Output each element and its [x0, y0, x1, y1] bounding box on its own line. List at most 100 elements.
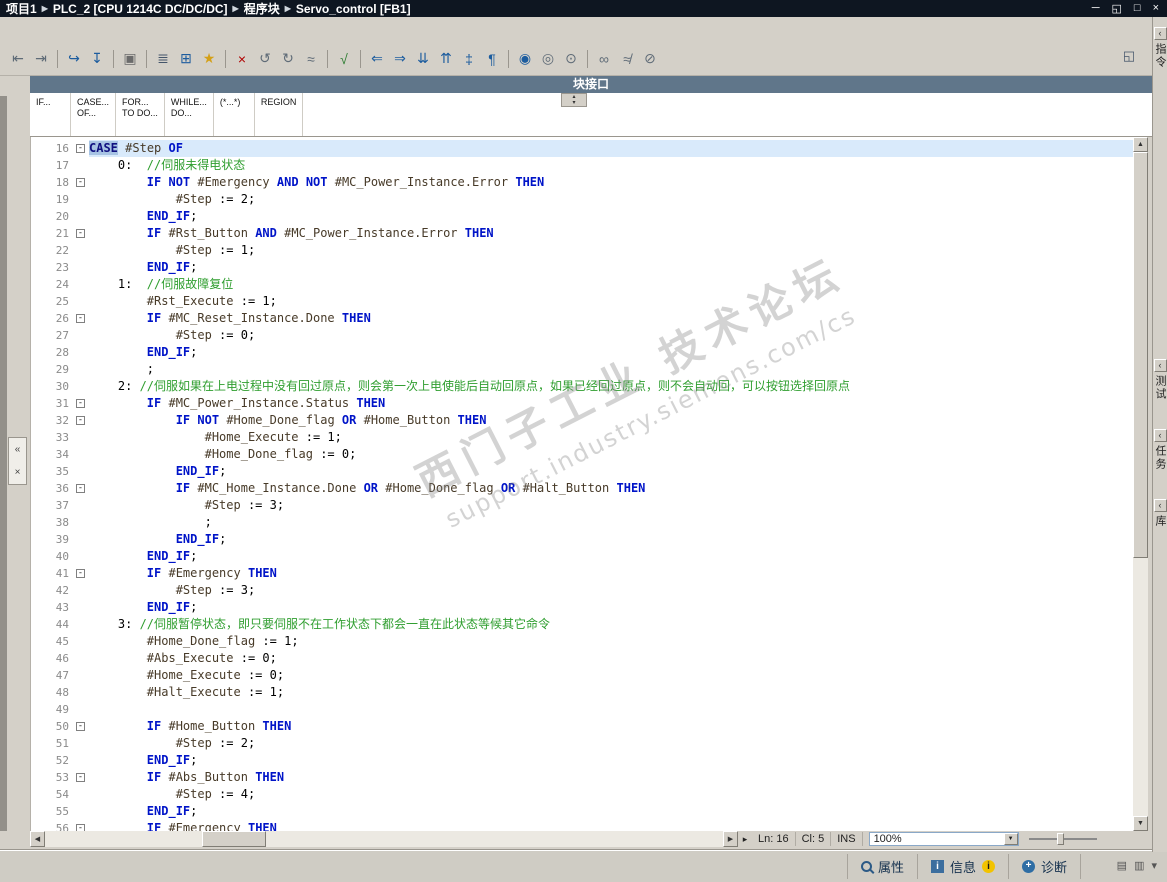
panel-tab-tasks[interactable]: 任务 [1152, 445, 1167, 471]
fold-toggle-icon[interactable]: - [76, 144, 85, 153]
code-line[interactable]: 19 #Step := 2; [31, 191, 1133, 208]
fold-toggle-icon[interactable]: - [76, 722, 85, 731]
code-line[interactable]: 54 #Step := 4; [31, 786, 1133, 803]
fold-toggle-icon[interactable]: - [76, 773, 85, 782]
left-dock-tab[interactable]: « × [8, 437, 27, 485]
horizontal-scroll-thumb[interactable] [202, 831, 266, 847]
code-line[interactable]: 38 ; [31, 514, 1133, 531]
code-editor[interactable]: 16- CASE #Step OF 17 0: //伺服未得电状态 18- IF NO… [30, 137, 1133, 831]
rewire-icon[interactable]: ≈ [301, 49, 321, 69]
vertical-scroll-thumb[interactable] [1133, 152, 1148, 558]
code-line[interactable]: 27 #Step := 0; [31, 327, 1133, 344]
code-line[interactable]: 23 END_IF; [31, 259, 1133, 276]
absolute-operands-icon[interactable]: ‡ [459, 49, 479, 69]
status-expand-icon[interactable]: ▸ [738, 834, 752, 845]
unlink-icon[interactable]: ≉ [617, 49, 637, 69]
zoom-slider[interactable] [1027, 831, 1099, 847]
tab-diagnostics[interactable]: + 诊断 [1007, 854, 1081, 879]
close-left-icon[interactable]: × [15, 467, 21, 478]
code-line[interactable]: 43 END_IF; [31, 599, 1133, 616]
vertical-scrollbar[interactable]: ▲ ▼ [1133, 137, 1148, 831]
snippet-button-case-of[interactable]: CASE... OF... [71, 93, 117, 136]
link-icon[interactable]: ∞ [594, 49, 614, 69]
collapse-left-icon[interactable]: « [15, 444, 21, 455]
code-line[interactable]: 56- IF #Emergency THEN [31, 820, 1133, 831]
code-line[interactable]: 42 #Step := 3; [31, 582, 1133, 599]
scroll-right-icon[interactable]: ▶ [723, 831, 738, 847]
scroll-up-icon[interactable]: ▲ [1133, 137, 1148, 152]
code-line[interactable]: 47 #Home_Execute := 0; [31, 667, 1133, 684]
scroll-down-icon[interactable]: ▼ [1133, 816, 1148, 831]
fold-toggle-icon[interactable]: - [76, 229, 85, 238]
code-line[interactable]: 46 #Abs_Execute := 0; [31, 650, 1133, 667]
zoom-dropdown-icon[interactable]: ▼ [1003, 833, 1018, 845]
code-line[interactable]: 40 END_IF; [31, 548, 1133, 565]
fold-toggle-icon[interactable]: - [76, 314, 85, 323]
code-line[interactable]: 52 END_IF; [31, 752, 1133, 769]
goto-previous-icon[interactable]: ⇐ [367, 49, 387, 69]
fold-toggle-icon[interactable]: - [76, 484, 85, 493]
snippet-button-if[interactable]: IF... [30, 93, 71, 136]
fold-toggle-icon[interactable]: - [76, 178, 85, 187]
fold-toggle-icon[interactable]: - [76, 399, 85, 408]
tab-info[interactable]: i 信息 i [916, 854, 1008, 879]
fold-toggle-icon[interactable]: - [76, 569, 85, 578]
undo-call-icon[interactable]: ↺ [255, 49, 275, 69]
code-line[interactable]: 44 3: //伺服暂停状态，即只要伺服不在工作状态下都会一直在此状态等候其它命… [31, 616, 1133, 633]
code-line[interactable]: 16- CASE #Step OF [31, 140, 1133, 157]
expand-all-icon[interactable]: ⇊ [413, 49, 433, 69]
collapse-panel-icon[interactable]: ▾ [1151, 859, 1157, 872]
code-line[interactable]: 49 [31, 701, 1133, 718]
minimize-button[interactable]: ─ [1092, 2, 1100, 15]
code-line[interactable]: 22 #Step := 1; [31, 242, 1133, 259]
code-line[interactable]: 34 #Home_Done_flag := 0; [31, 446, 1133, 463]
code-line[interactable]: 32- IF NOT #Home_Done_flag OR #Home_Butt… [31, 412, 1133, 429]
snippet-button-region[interactable]: REGION [255, 93, 304, 136]
write-protect-icon[interactable]: ⊘ [640, 49, 660, 69]
maximize-button[interactable]: □ [1134, 2, 1141, 15]
monitoring-on-icon[interactable]: ◉ [515, 49, 535, 69]
panel-tab-libraries[interactable]: 库 [1152, 515, 1167, 528]
zoom-slider-thumb[interactable] [1056, 833, 1064, 845]
code-line[interactable]: 39 END_IF; [31, 531, 1133, 548]
code-line[interactable]: 53- IF #Abs_Button THEN [31, 769, 1133, 786]
horizontal-scrollbar[interactable]: ◀ ▶ [30, 831, 738, 847]
download-to-device-icon[interactable]: ↧ [87, 49, 107, 69]
breadcrumb-item[interactable]: Servo_control [FB1] [296, 2, 411, 16]
restore-button[interactable]: ◱ [1112, 2, 1122, 15]
code-line[interactable]: 18- IF NOT #Emergency AND NOT #MC_Power_… [31, 174, 1133, 191]
snippet-button-for-to-do[interactable]: FOR... TO DO... [116, 93, 165, 136]
fold-toggle-icon[interactable]: - [76, 416, 85, 425]
dock-panel-icon[interactable]: ▥ [1134, 859, 1144, 872]
show-comments-icon[interactable]: ¶ [482, 49, 502, 69]
panel-tab-testing[interactable]: 测试 [1152, 375, 1167, 401]
favorites-icon[interactable]: ★ [199, 49, 219, 69]
indent-icon[interactable]: ⇥ [31, 49, 51, 69]
update-block-call-icon[interactable]: ↻ [278, 49, 298, 69]
code-line[interactable]: 48 #Halt_Execute := 1; [31, 684, 1133, 701]
monitoring-off-icon[interactable]: ◎ [538, 49, 558, 69]
maximize-editor-icon[interactable]: ◱ [1119, 46, 1139, 66]
code-line[interactable]: 21- IF #Rst_Button AND #MC_Power_Instanc… [31, 225, 1133, 242]
code-line[interactable]: 20 END_IF; [31, 208, 1133, 225]
code-line[interactable]: 37 #Step := 3; [31, 497, 1133, 514]
float-panel-icon[interactable]: ▤ [1117, 859, 1127, 872]
code-line[interactable]: 26- IF #MC_Reset_Instance.Done THEN [31, 310, 1133, 327]
code-line[interactable]: 36- IF #MC_Home_Instance.Done OR #Home_D… [31, 480, 1133, 497]
code-line[interactable]: 24 1: //伺服故障复位 [31, 276, 1133, 293]
code-line[interactable]: 31- IF #MC_Power_Instance.Status THEN [31, 395, 1133, 412]
code-line[interactable]: 30 2: //伺服如果在上电过程中没有回过原点，则会第一次上电使能后自动回原点… [31, 378, 1133, 395]
close-button[interactable]: × [1153, 2, 1159, 15]
expand-panel-icon[interactable]: ‹ [1153, 429, 1167, 442]
code-line[interactable]: 29 ; [31, 361, 1133, 378]
fold-toggle-icon[interactable]: - [76, 824, 85, 831]
insert-network-icon[interactable]: ⊞ [176, 49, 196, 69]
code-line[interactable]: 28 END_IF; [31, 344, 1133, 361]
goto-next-icon[interactable]: ⇒ [390, 49, 410, 69]
panel-tab-instructions[interactable]: 指令 [1152, 43, 1167, 69]
code-line[interactable]: 51 #Step := 2; [31, 735, 1133, 752]
expand-panel-icon[interactable]: ‹ [1153, 27, 1167, 40]
expand-panel-icon[interactable]: ‹ [1153, 499, 1167, 512]
block-interface-splitter[interactable]: ▴ ▾ [561, 93, 587, 107]
code-line[interactable]: 55 END_IF; [31, 803, 1133, 820]
